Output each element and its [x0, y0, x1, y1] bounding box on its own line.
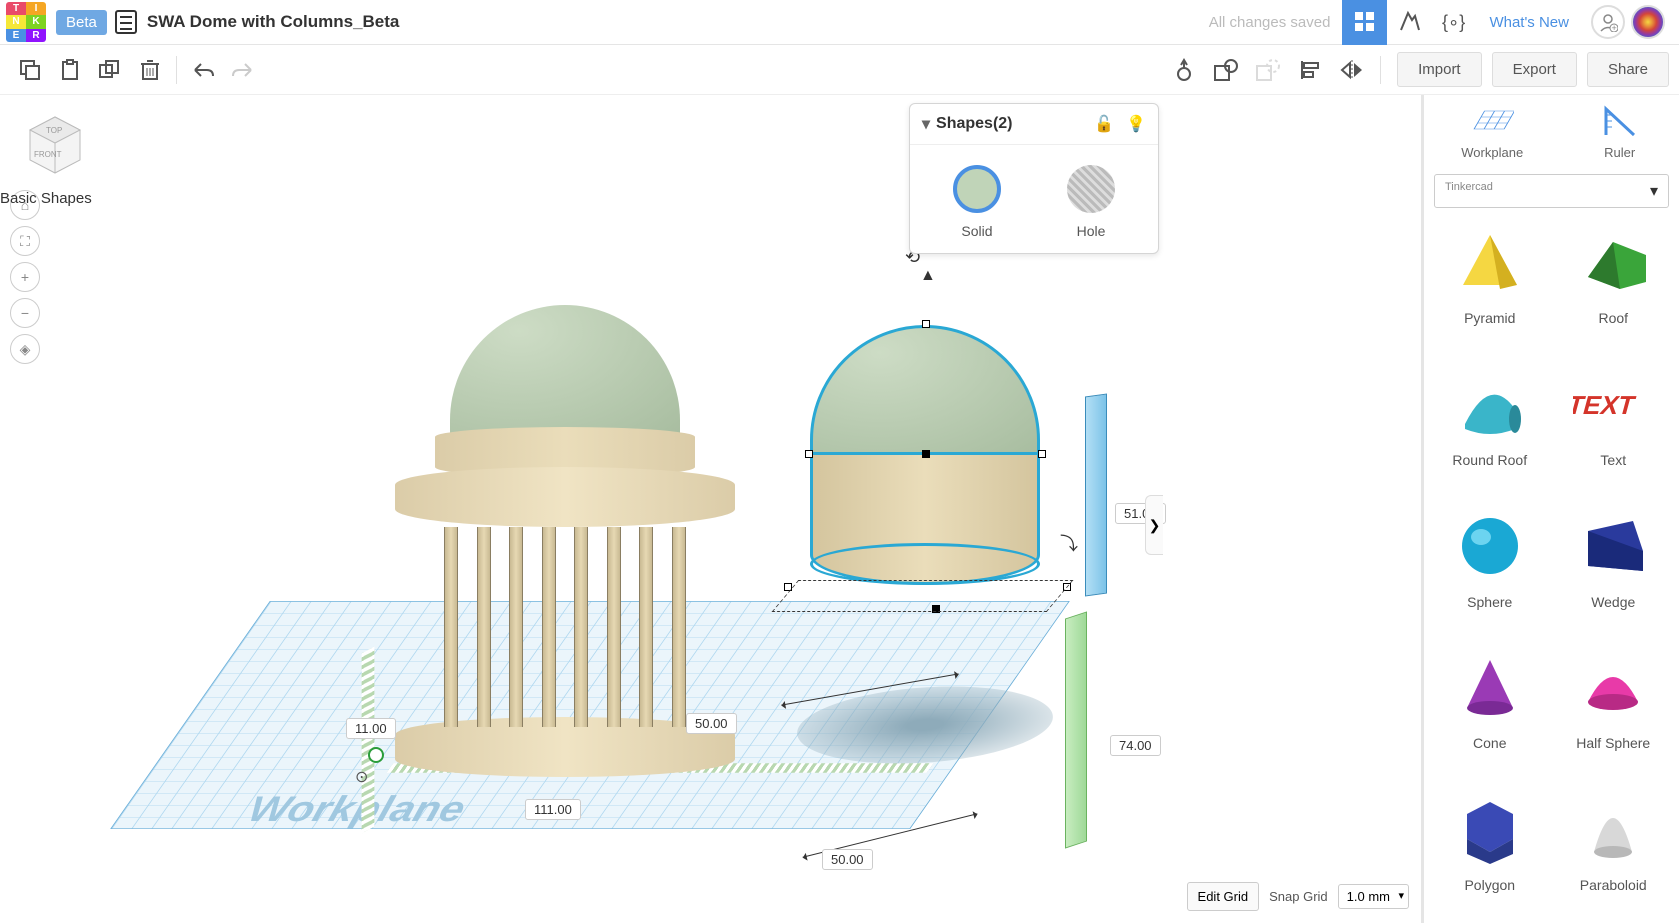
group-button[interactable] — [1206, 50, 1246, 90]
delete-button[interactable] — [130, 50, 170, 90]
view-cube[interactable]: TOP FRONT — [20, 105, 90, 175]
save-status: All changes saved — [1209, 14, 1331, 31]
workplane-tool-label: Workplane — [1461, 145, 1523, 160]
blocks-mode-button[interactable] — [1387, 0, 1432, 45]
document-title[interactable]: SWA Dome with Columns_Beta — [147, 12, 400, 32]
svg-text:{∘}: {∘} — [1442, 12, 1465, 32]
lock-icon[interactable]: 🔓 — [1094, 114, 1114, 134]
add-user-avatar[interactable]: + — [1591, 5, 1625, 39]
library-name: Basic Shapes — [0, 190, 1679, 923]
code-mode-button[interactable]: {∘} — [1432, 0, 1477, 45]
document-icon[interactable] — [115, 10, 137, 34]
ungroup-button[interactable] — [1248, 50, 1288, 90]
inspector-title: Shapes(2) — [936, 115, 1012, 133]
redo-button[interactable] — [223, 50, 263, 90]
main-area: TOP FRONT ⌂ ⛶ + − ◈ Workplane ⊙ — [0, 95, 1679, 923]
align-button[interactable] — [1290, 50, 1330, 90]
user-avatar[interactable] — [1631, 5, 1665, 39]
edit-toolbar: Import Export Share — [0, 45, 1679, 95]
ruler-tool[interactable]: Ruler — [1598, 105, 1642, 160]
tinkercad-logo[interactable]: TIN KER — [6, 2, 46, 42]
svg-text:+: + — [1612, 23, 1617, 32]
lightbulb-icon[interactable]: 💡 — [1126, 114, 1146, 134]
whats-new-link[interactable]: What's New — [1477, 14, 1581, 31]
undo-button[interactable] — [183, 50, 223, 90]
workplane-tool[interactable]: Workplane — [1461, 105, 1523, 160]
duplicate-button[interactable] — [90, 50, 130, 90]
beta-badge: Beta — [56, 10, 107, 35]
show-all-button[interactable] — [1164, 50, 1204, 90]
inspector-header: ▾ Shapes(2) 🔓 💡 — [910, 104, 1158, 145]
copy-button[interactable] — [10, 50, 50, 90]
app-header: TIN KER Beta SWA Dome with Columns_Beta … — [0, 0, 1679, 45]
design-mode-button[interactable] — [1342, 0, 1387, 45]
mirror-button[interactable] — [1332, 50, 1372, 90]
svg-text:FRONT: FRONT — [34, 150, 62, 159]
svg-text:TOP: TOP — [46, 126, 62, 135]
paste-button[interactable] — [50, 50, 90, 90]
ruler-tool-label: Ruler — [1604, 145, 1635, 160]
import-button[interactable]: Import — [1397, 52, 1482, 87]
shape-library-select[interactable]: Tinkercad Basic Shapes — [1434, 174, 1669, 208]
share-button[interactable]: Share — [1587, 52, 1669, 87]
shapes-sidebar: Workplane Ruler Tinkercad Basic Shapes P… — [1424, 95, 1679, 923]
export-button[interactable]: Export — [1492, 52, 1577, 87]
